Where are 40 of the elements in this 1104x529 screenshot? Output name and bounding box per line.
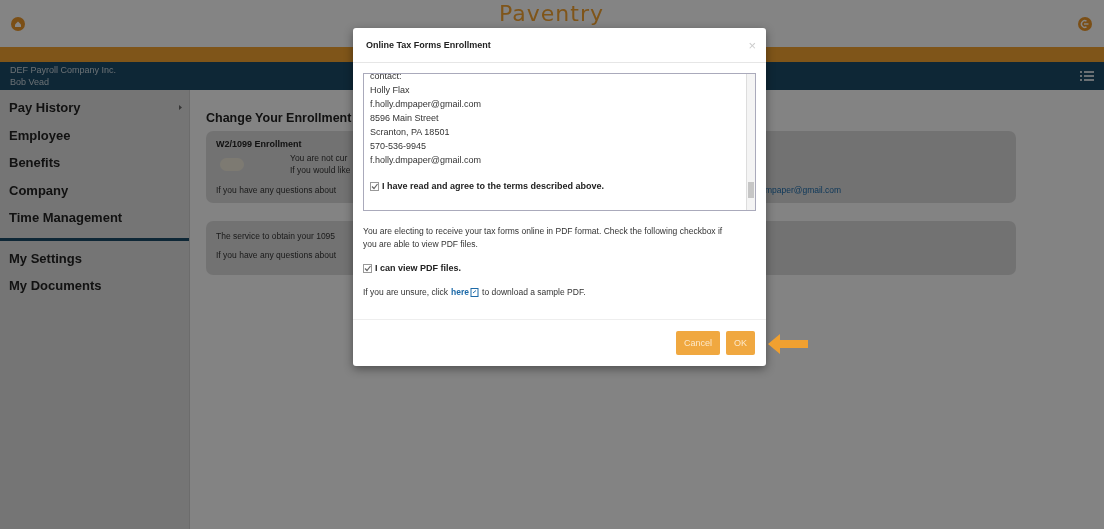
download-link[interactable]: here [451,287,469,297]
checkbox-label[interactable]: I can view PDF files. [375,263,462,273]
email-link[interactable]: mpaper@gmail.com [765,185,842,195]
scrollbar[interactable] [746,74,755,210]
home-icon[interactable] [11,16,25,31]
sidebar-item[interactable]: My Documents [0,272,189,300]
card-title: W2/1099 Enrollment [216,139,302,149]
sidebar-item[interactable]: Company [0,176,189,204]
page-title: Change Your Enrollment [206,111,352,125]
checkbox[interactable] [370,181,379,191]
card-text: If you have any questions about [216,250,337,260]
card-text: If you would like [290,165,351,175]
sidebar-item[interactable]: Pay History [0,94,189,122]
logo: Paventry [499,2,604,26]
sidebar-item[interactable]: Benefits [0,149,189,177]
arrow-icon [768,334,808,354]
terms-line: Holly Flax [370,84,411,97]
terms-line: f.holly.dmpaper@gmail.com [370,98,482,111]
logout-icon[interactable] [1078,16,1092,31]
menu-icon[interactable] [1080,70,1094,82]
user-name: Bob Vead [10,76,51,88]
dialog-text: You are electing to receive your tax forms online in PDF format. Check the following checkbox if you are able to view PDF files. [363,225,724,251]
card-text: The service to obtain your 1095 [216,231,336,241]
dialog-text: to download a sample PDF. [482,287,586,297]
sidebar-item[interactable]: My Settings [0,244,189,272]
terms-line: Scranton, PA 18501 [370,126,451,139]
card-text: If you have any questions about [216,185,338,195]
terms-line: 570-536-9945 [370,140,428,153]
sidebar-item[interactable]: Employee [0,121,189,149]
dialog-text: If you are unsure, click [363,287,449,297]
terms-line: f.holly.dmpaper@gmail.com [370,154,482,167]
checkbox-label[interactable]: I have read and agree to the terms described above. [382,179,605,193]
terms-line: contact: [370,74,403,83]
checkbox[interactable] [363,263,372,273]
document-icon [470,287,479,297]
card-text: You are not cur [290,153,349,163]
terms-line: 8596 Main Street [370,112,440,125]
dialog-title: Online Tax Forms Enrollment [366,40,491,50]
company-name: DEF Payroll Company Inc. [10,64,117,76]
sidebar-item[interactable]: Time Management [0,204,189,232]
